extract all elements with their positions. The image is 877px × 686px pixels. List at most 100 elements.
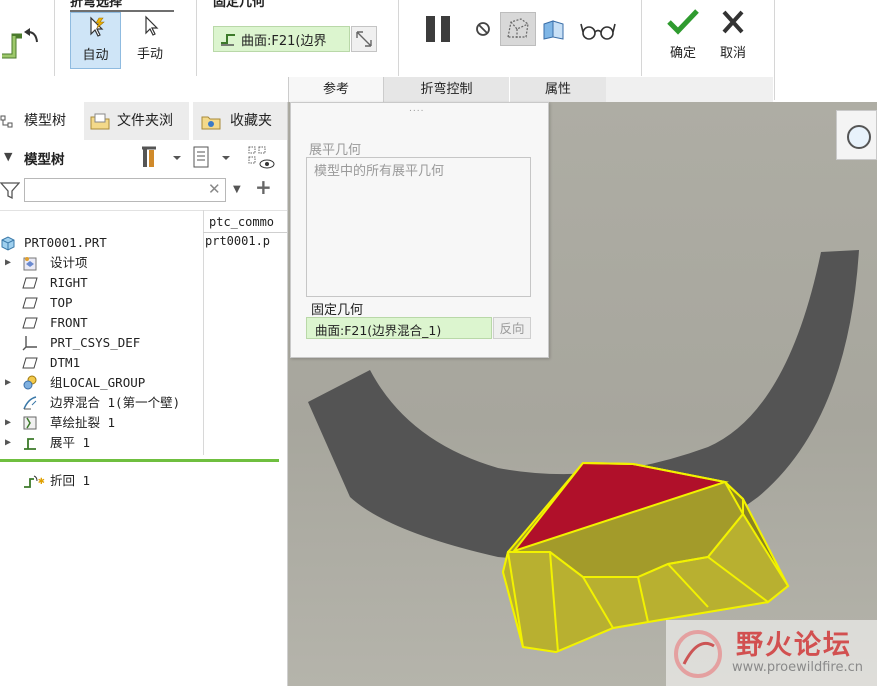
tree-item-csys[interactable]: PRT_CSYS_DEF	[0, 333, 200, 353]
datum-plane-icon	[22, 317, 38, 329]
search-dropdown-icon[interactable]: ▼	[233, 184, 241, 195]
tree-item-label: 设计项	[50, 255, 88, 270]
tree-item-label: PRT0001.PRT	[24, 235, 107, 250]
tab-folder-browser[interactable]: 文件夹浏	[84, 102, 189, 140]
tree-item-dtm1[interactable]: DTM1	[0, 353, 200, 373]
close-icon	[722, 10, 744, 34]
zoom-button[interactable]	[836, 110, 877, 160]
cancel-button[interactable]: 取消	[711, 8, 755, 64]
unbend-geometry-title: 展平几何	[309, 143, 362, 158]
auto-select-icon	[89, 16, 105, 37]
tree-item-local-group[interactable]: ▶ 组LOCAL_GROUP	[0, 373, 203, 393]
unbend-geometry-value: 模型中的所有展平几何	[314, 164, 445, 179]
tree-item-boundary-blend[interactable]: 边界混合 1(第一个壁)	[0, 393, 203, 413]
tree-item-unbend[interactable]: ▶ 展平 1	[0, 433, 200, 453]
tree-item-label: 展平 1	[50, 435, 91, 450]
expand-arrow-icon[interactable]: ▶	[5, 253, 11, 273]
tree-item-sketch-rip[interactable]: ▶ 草绘扯裂 1	[0, 413, 200, 433]
tree-item-label: 组LOCAL_GROUP	[50, 375, 146, 390]
column-settings-icon[interactable]	[246, 144, 276, 172]
auto-button[interactable]: 自动	[70, 12, 121, 69]
preview-icon[interactable]	[500, 12, 536, 46]
pointer-icon	[145, 15, 159, 36]
tree-item-label: DTM1	[50, 355, 81, 370]
tree-item-label: 草绘扯裂 1	[50, 415, 116, 430]
ok-label: 确定	[669, 46, 696, 61]
watermark-logo-icon	[674, 630, 722, 678]
tab-model-tree-label: 模型树	[24, 113, 66, 129]
panel-grip[interactable]: ....	[409, 104, 424, 114]
magnifier-icon	[847, 125, 871, 149]
column-cell: prt0001.p	[205, 234, 271, 248]
show-icon[interactable]	[190, 144, 236, 170]
fixed-geometry-select-button[interactable]	[351, 26, 377, 52]
unbend-geometry-collector[interactable]: 模型中的所有展平几何	[306, 157, 531, 297]
tree-item-bend-back[interactable]: ✱ 折回 1	[0, 471, 200, 491]
fixed-geometry-value: 曲面:F21(边界	[241, 34, 327, 49]
boundary-blend-icon	[23, 396, 37, 410]
expand-arrow-icon[interactable]: ▶	[5, 433, 11, 453]
new-feature-star-icon: ✱	[38, 474, 45, 487]
filter-icon[interactable]	[0, 180, 21, 200]
search-input[interactable]	[24, 178, 226, 202]
ribbon: 折弯选择 自动 手动 固定几何 曲面:F21(边界 确定 取消 参考 折弯控制 …	[0, 0, 877, 103]
glasses-icon[interactable]	[580, 20, 616, 42]
part-icon	[1, 236, 15, 251]
fixed-geometry-title: 固定几何	[311, 303, 364, 318]
fixed-geometry-field[interactable]: 曲面:F21(边界混合_1)	[306, 317, 492, 339]
tree-item-front[interactable]: FRONT	[0, 313, 200, 333]
no-preview-icon[interactable]	[474, 20, 492, 38]
bend-back-tool-icon[interactable]	[0, 22, 42, 62]
tree-item-part[interactable]: PRT0001.PRT	[0, 233, 200, 253]
tab-folder-browser-label: 文件夹浏	[117, 113, 173, 129]
resize-arrows-icon	[356, 31, 372, 47]
tree-item-design-items[interactable]: ▶ 设计项	[0, 253, 200, 273]
pause-icon[interactable]	[424, 15, 456, 45]
watermark: 野火论坛 www.proewildfire.cn	[666, 620, 877, 686]
datum-plane-icon	[22, 277, 38, 289]
tab-properties[interactable]: 属性	[510, 77, 606, 102]
bend-selection-group-title: 折弯选择	[70, 0, 123, 10]
folder-icon	[90, 113, 110, 130]
add-filter-icon[interactable]: +	[255, 175, 272, 199]
tree-item-top[interactable]: TOP	[0, 293, 200, 313]
favorites-icon	[201, 116, 221, 130]
tree-collapse-arrow[interactable]: ▼	[4, 150, 12, 163]
surface-icon	[221, 34, 235, 46]
sketch-rip-icon	[23, 416, 37, 430]
expand-arrow-icon[interactable]: ▶	[5, 373, 11, 393]
watermark-url: www.proewildfire.cn	[732, 660, 863, 675]
ok-button[interactable]: 确定	[661, 8, 705, 64]
column-header[interactable]: ptc_commo	[209, 215, 285, 229]
checkmark-icon	[667, 9, 699, 35]
tab-favorites[interactable]: 收藏夹	[193, 102, 287, 140]
navigator-panel: 模型树 文件夹浏 收藏夹 ▼ 模型树 ✕ ▼ + ptc_commo prt00…	[0, 102, 288, 686]
tab-references[interactable]: 参考	[288, 77, 384, 102]
manual-label: 手动	[136, 47, 163, 62]
tree-item-right[interactable]: RIGHT	[0, 273, 200, 293]
tree-title: 模型树	[24, 152, 65, 168]
auto-label: 自动	[82, 48, 109, 63]
model-tree-icon	[0, 115, 13, 128]
tree-item-label: TOP	[50, 295, 73, 310]
unbend-icon	[24, 438, 36, 450]
watermark-title: 野火论坛	[736, 630, 852, 661]
settings-icon[interactable]	[140, 144, 184, 170]
tab-bend-control[interactable]: 折弯控制	[384, 77, 510, 102]
tab-model-tree[interactable]: 模型树	[0, 102, 80, 140]
flip-button[interactable]: 反向	[493, 317, 531, 339]
fixed-geometry-collector[interactable]: 曲面:F21(边界	[213, 26, 350, 52]
tree-item-label: RIGHT	[50, 275, 88, 290]
tree-item-label: 折回 1	[50, 473, 91, 488]
manual-button[interactable]: 手动	[127, 12, 173, 69]
tree-header-divider	[0, 210, 287, 211]
clear-search-icon[interactable]: ✕	[208, 180, 221, 198]
insert-marker-line[interactable]	[0, 459, 279, 462]
references-panel: .... 展平几何 模型中的所有展平几何 固定几何 曲面:F21(边界混合_1)…	[290, 102, 549, 358]
column-header-underline	[203, 232, 287, 233]
expand-arrow-icon[interactable]: ▶	[5, 413, 11, 433]
tree-item-label: 边界混合 1(第一个壁)	[50, 395, 181, 410]
datum-plane-icon	[22, 357, 38, 369]
verify-model-icon[interactable]	[541, 18, 567, 42]
tree-item-label: PRT_CSYS_DEF	[50, 335, 141, 350]
